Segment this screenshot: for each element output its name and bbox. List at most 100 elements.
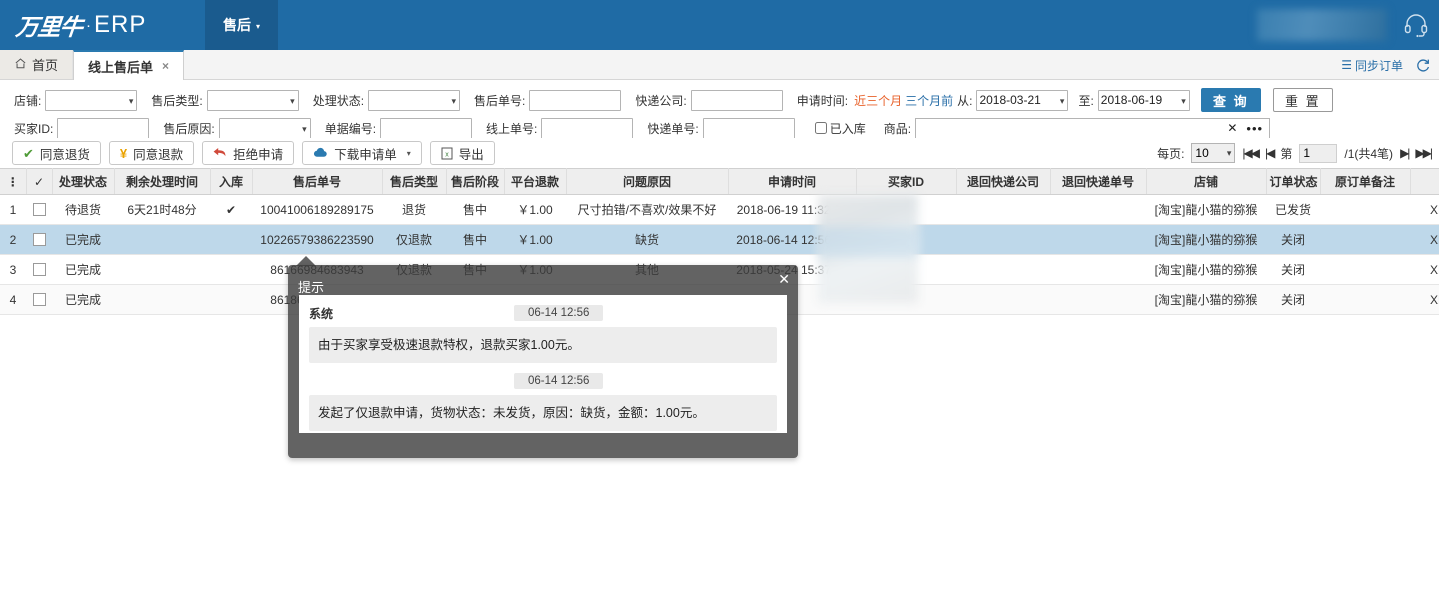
doc-no-input[interactable]: [380, 117, 473, 139]
process-status-select[interactable]: [368, 89, 461, 111]
col-aftersale-no[interactable]: 售后单号: [252, 168, 383, 195]
brand-logo[interactable]: 万里牛 · ERP: [0, 0, 205, 50]
cell-original-remark: [1320, 254, 1410, 285]
aftersale-type-select[interactable]: [206, 89, 299, 111]
reject-apply-button[interactable]: 拒绝申请: [202, 141, 295, 165]
quick-before-3-months[interactable]: 三个月前: [905, 92, 953, 109]
cell-aftersale-type: 仅退款: [382, 224, 446, 255]
next-page-button[interactable]: ▶|: [1400, 146, 1410, 160]
logo-dot: ·: [86, 16, 91, 34]
goods-input-box[interactable]: ✕ •••: [915, 117, 1271, 139]
export-button[interactable]: x 导出: [429, 141, 495, 165]
check-icon: ✔: [23, 145, 34, 161]
agree-refund-label: 同意退款: [133, 147, 184, 162]
headset-icon[interactable]: [1403, 12, 1429, 38]
col-aftersale-stage[interactable]: 售后阶段: [446, 168, 505, 195]
cell-aftersale-no[interactable]: 10226579386223590: [252, 224, 382, 255]
aftersale-reason-select[interactable]: [218, 117, 311, 139]
col-handle[interactable]: ⋮: [0, 168, 27, 195]
row-checkbox[interactable]: [32, 232, 46, 246]
row-checkbox-cell[interactable]: [26, 224, 52, 255]
tab-online-aftersale-order[interactable]: 线上售后单 ×: [73, 50, 185, 80]
user-account-redacted[interactable]: [1257, 9, 1387, 41]
cell-system-order: XD18061900: [1410, 194, 1439, 225]
table-row[interactable]: 2 已完成 10226579386223590 仅退款 售中 ￥1.00 缺货 …: [0, 224, 1439, 255]
cell-remaining-time: [114, 224, 210, 255]
row-checkbox-cell[interactable]: [26, 254, 52, 285]
close-icon[interactable]: ✕: [778, 271, 790, 288]
refresh-icon[interactable]: [1415, 57, 1431, 73]
row-checkbox[interactable]: [32, 292, 46, 306]
sync-orders-button[interactable]: ☰ 同步订单: [1341, 57, 1403, 74]
per-page-select[interactable]: 10: [1191, 143, 1236, 163]
more-options-icon[interactable]: •••: [1246, 121, 1263, 136]
col-process-status[interactable]: 处理状态: [52, 168, 115, 195]
filter-row-1: 店铺: ▾ 售后类型: ▾ 处理状态: ▾ 售后单号: 快递公司: 申请时间: …: [0, 86, 1439, 114]
instock-checkbox-wrap[interactable]: 已入库: [811, 119, 870, 137]
cell-problem-reason: 尺寸拍错/不喜欢/效果不好: [566, 194, 728, 225]
agree-return-button[interactable]: ✔ 同意退货: [12, 141, 101, 165]
page-number-input[interactable]: [1299, 143, 1338, 163]
col-original-remark[interactable]: 原订单备注: [1320, 168, 1411, 195]
message-author: 系统: [309, 306, 334, 321]
col-instock[interactable]: 入库: [210, 168, 253, 195]
row-checkbox-cell[interactable]: [26, 284, 52, 315]
quick-last-3-months[interactable]: 近三个月: [854, 92, 902, 109]
col-problem-reason[interactable]: 问题原因: [566, 168, 729, 195]
cell-instock: ✔: [210, 194, 252, 225]
home-icon: [14, 57, 27, 73]
reset-button[interactable]: 重 置: [1272, 88, 1333, 112]
table-row[interactable]: 1 待退货 6天21时48分 ✔ 10041006189289175 退货 售中…: [0, 194, 1439, 225]
col-platform-refund[interactable]: 平台退款: [504, 168, 567, 195]
col-buyer-id[interactable]: 买家ID: [856, 168, 957, 195]
message-text: 由于买家享受极速退款特权，退款买家1.00元。: [309, 327, 777, 363]
online-no-input[interactable]: [541, 117, 634, 139]
tabstrip-actions: ☰ 同步订单: [1341, 50, 1431, 80]
cell-shop: [淘宝]龍小猫的猕猴: [1146, 194, 1266, 225]
close-icon[interactable]: ✕: [1227, 121, 1237, 135]
chevron-down-icon: ▾: [406, 148, 411, 158]
prev-page-button[interactable]: |◀: [1265, 146, 1275, 160]
message-text: 发起了仅退款申请，货物状态：未发货，原因：缺货，金额：1.00元。: [309, 395, 777, 431]
tab-strip: 首页 线上售后单 × ☰ 同步订单: [0, 50, 1439, 80]
aftersale-no-input[interactable]: [529, 89, 622, 111]
menu-tab-aftersale[interactable]: 售后 ▾: [205, 0, 279, 50]
pagination-bar: 每页: 10▾ |◀◀ |◀ 第 /1(共4笔) ▶| ▶▶|: [1157, 138, 1433, 168]
express-company-input[interactable]: [690, 89, 783, 111]
row-checkbox-cell[interactable]: [26, 194, 52, 225]
col-select-all[interactable]: ✓: [26, 168, 53, 195]
cell-remaining-time: [114, 254, 210, 285]
cell-aftersale-no[interactable]: 10041006189289175: [252, 194, 382, 225]
buyer-id-input[interactable]: [57, 117, 150, 139]
first-page-button[interactable]: |◀◀: [1242, 146, 1260, 160]
online-no-label: 线上单号:: [486, 121, 538, 136]
close-icon[interactable]: ×: [162, 59, 169, 73]
cell-original-remark: [1320, 224, 1410, 255]
date-from-select[interactable]: 2018-03-21: [976, 89, 1069, 111]
col-shop[interactable]: 店铺: [1146, 168, 1267, 195]
cell-process-status: 已完成: [52, 254, 114, 285]
last-page-button[interactable]: ▶▶|: [1415, 146, 1433, 160]
cell-aftersale-stage: 售中: [446, 194, 504, 225]
yen-icon: ¥: [119, 145, 128, 161]
download-form-button[interactable]: 下载申请单 ▾: [302, 141, 422, 165]
row-checkbox[interactable]: [32, 262, 46, 276]
agree-refund-button[interactable]: ¥ 同意退款: [108, 141, 195, 165]
express-no-input[interactable]: [702, 117, 795, 139]
col-remaining-time[interactable]: 剩余处理时间: [114, 168, 211, 195]
col-aftersale-type[interactable]: 售后类型: [382, 168, 447, 195]
tab-home[interactable]: 首页: [0, 50, 74, 79]
date-to-select[interactable]: 2018-06-19: [1097, 89, 1190, 111]
col-return-express-no[interactable]: 退回快递单号: [1050, 168, 1147, 195]
cell-buyer-id: [856, 254, 956, 285]
col-return-express-company[interactable]: 退回快递公司: [956, 168, 1051, 195]
search-button[interactable]: 查 询: [1200, 88, 1261, 112]
cell-platform-refund: ￥1.00: [504, 194, 566, 225]
list-icon: ☰: [1341, 58, 1352, 72]
col-system-order[interactable]: 系统订单: [1410, 168, 1439, 195]
col-apply-time[interactable]: 申请时间: [728, 168, 857, 195]
row-checkbox[interactable]: [32, 202, 46, 216]
shop-select[interactable]: [45, 89, 138, 111]
col-order-status[interactable]: 订单状态: [1266, 168, 1321, 195]
instock-checkbox[interactable]: [814, 122, 827, 134]
